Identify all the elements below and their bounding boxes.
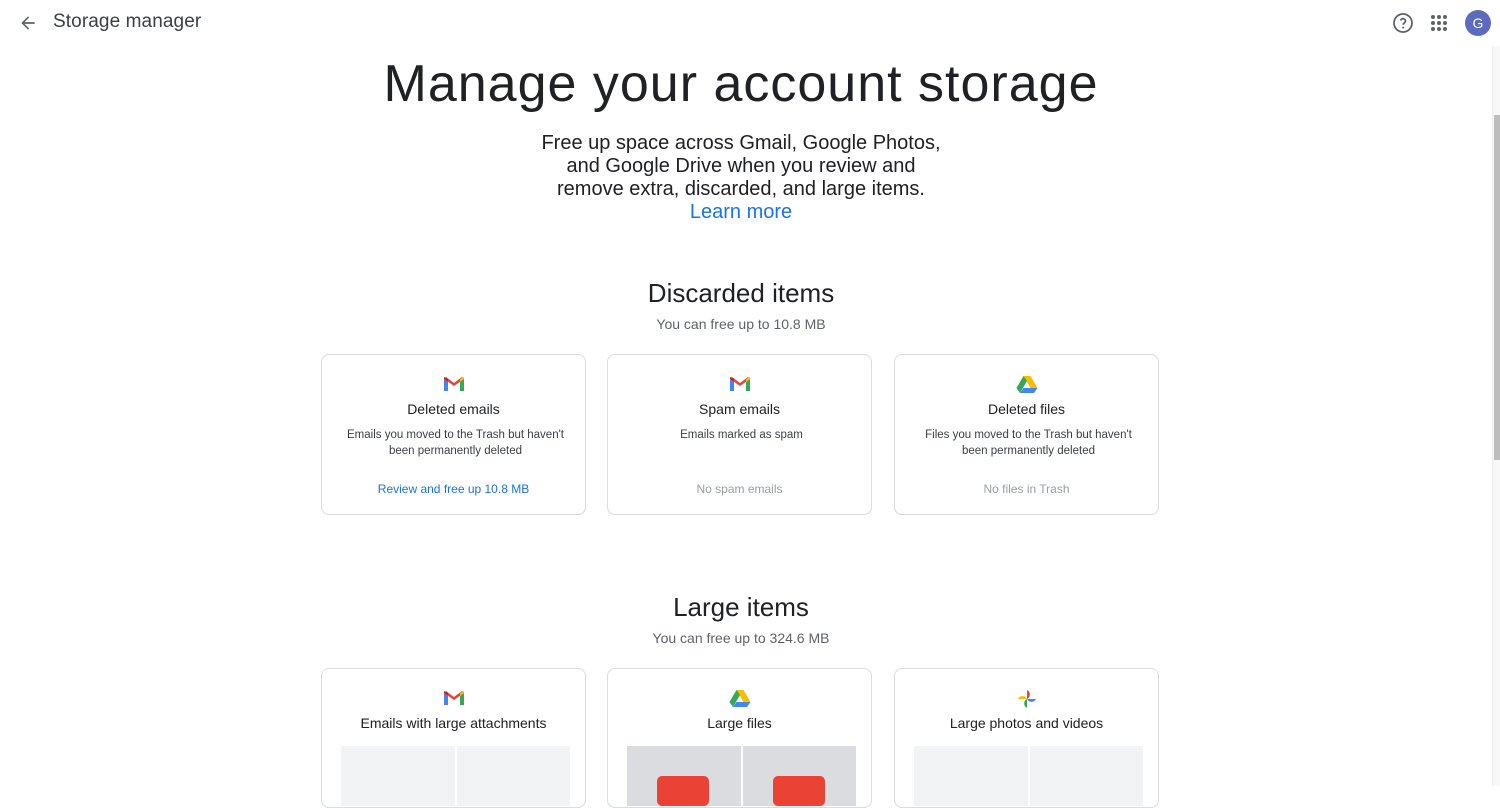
card-deleted-files[interactable]: Deleted files Files you moved to the Tra… [894, 354, 1159, 515]
preview-thumbnails [627, 746, 856, 806]
card-deleted-emails[interactable]: Deleted emails Emails you moved to the T… [321, 354, 586, 515]
preview-thumbnails [914, 746, 1143, 806]
file-type-icon [772, 776, 825, 806]
help-button[interactable] [1391, 11, 1415, 35]
large-items-subtitle: You can free up to 324.6 MB [652, 630, 830, 646]
gmail-icon [729, 377, 750, 391]
review-deleted-emails-link[interactable]: Review and free up 10.8 MB [322, 482, 585, 496]
card-description: Emails marked as spam [680, 429, 803, 441]
page-title: Manage your account storage [383, 55, 1099, 113]
card-title: Large files [707, 715, 772, 731]
thumbnail[interactable] [341, 746, 455, 806]
card-description: Files you moved to the Trash but haven't… [925, 429, 1132, 457]
thumbnail[interactable] [456, 746, 570, 806]
help-circle-icon [1393, 13, 1413, 33]
card-title: Emails with large attachments [360, 715, 547, 731]
top-bar: Storage manager G [0, 0, 1500, 46]
gmail-icon [443, 377, 464, 391]
card-title: Deleted emails [407, 401, 500, 417]
page-subtitle: Free up space across Gmail, Google Photo… [541, 132, 941, 224]
card-large-photos-videos[interactable]: Large photos and videos [894, 668, 1159, 808]
thumbnail[interactable] [742, 746, 856, 806]
google-photos-icon [1017, 690, 1036, 708]
account-avatar[interactable]: G [1465, 10, 1491, 36]
discarded-items-heading: Discarded items [647, 278, 835, 308]
thumbnail[interactable] [1029, 746, 1143, 806]
thumbnail[interactable] [914, 746, 1028, 806]
gmail-icon [443, 691, 464, 705]
thumbnail[interactable] [627, 746, 741, 806]
subtitle-text: Free up space across Gmail, Google Photo… [541, 132, 941, 200]
apps-button[interactable] [1427, 11, 1451, 35]
large-items-heading: Large items [673, 592, 809, 622]
card-title: Large photos and videos [949, 715, 1104, 731]
app-title: Storage manager [53, 11, 202, 32]
card-status: No spam emails [696, 482, 783, 496]
discarded-items-subtitle: You can free up to 10.8 MB [656, 316, 826, 332]
card-description: Emails you moved to the Trash but haven'… [347, 429, 564, 457]
card-spam-emails[interactable]: Spam emails Emails marked as spam No spa… [607, 354, 872, 515]
apps-grid-icon [1431, 15, 1447, 31]
card-title: Deleted files [987, 401, 1066, 417]
preview-thumbnails [341, 746, 570, 806]
google-drive-icon [729, 690, 750, 707]
file-type-icon [657, 776, 709, 806]
google-drive-icon [1016, 376, 1037, 393]
back-button[interactable] [14, 9, 42, 37]
card-large-files[interactable]: Large files [607, 668, 872, 808]
arrow-back-icon [21, 16, 35, 30]
scrollbar-thumb[interactable] [1494, 115, 1500, 460]
card-status: No files in Trash [983, 482, 1070, 496]
card-large-attachments[interactable]: Emails with large attachments [321, 668, 586, 808]
card-title: Spam emails [699, 401, 780, 417]
learn-more-link[interactable]: Learn more [690, 201, 792, 223]
